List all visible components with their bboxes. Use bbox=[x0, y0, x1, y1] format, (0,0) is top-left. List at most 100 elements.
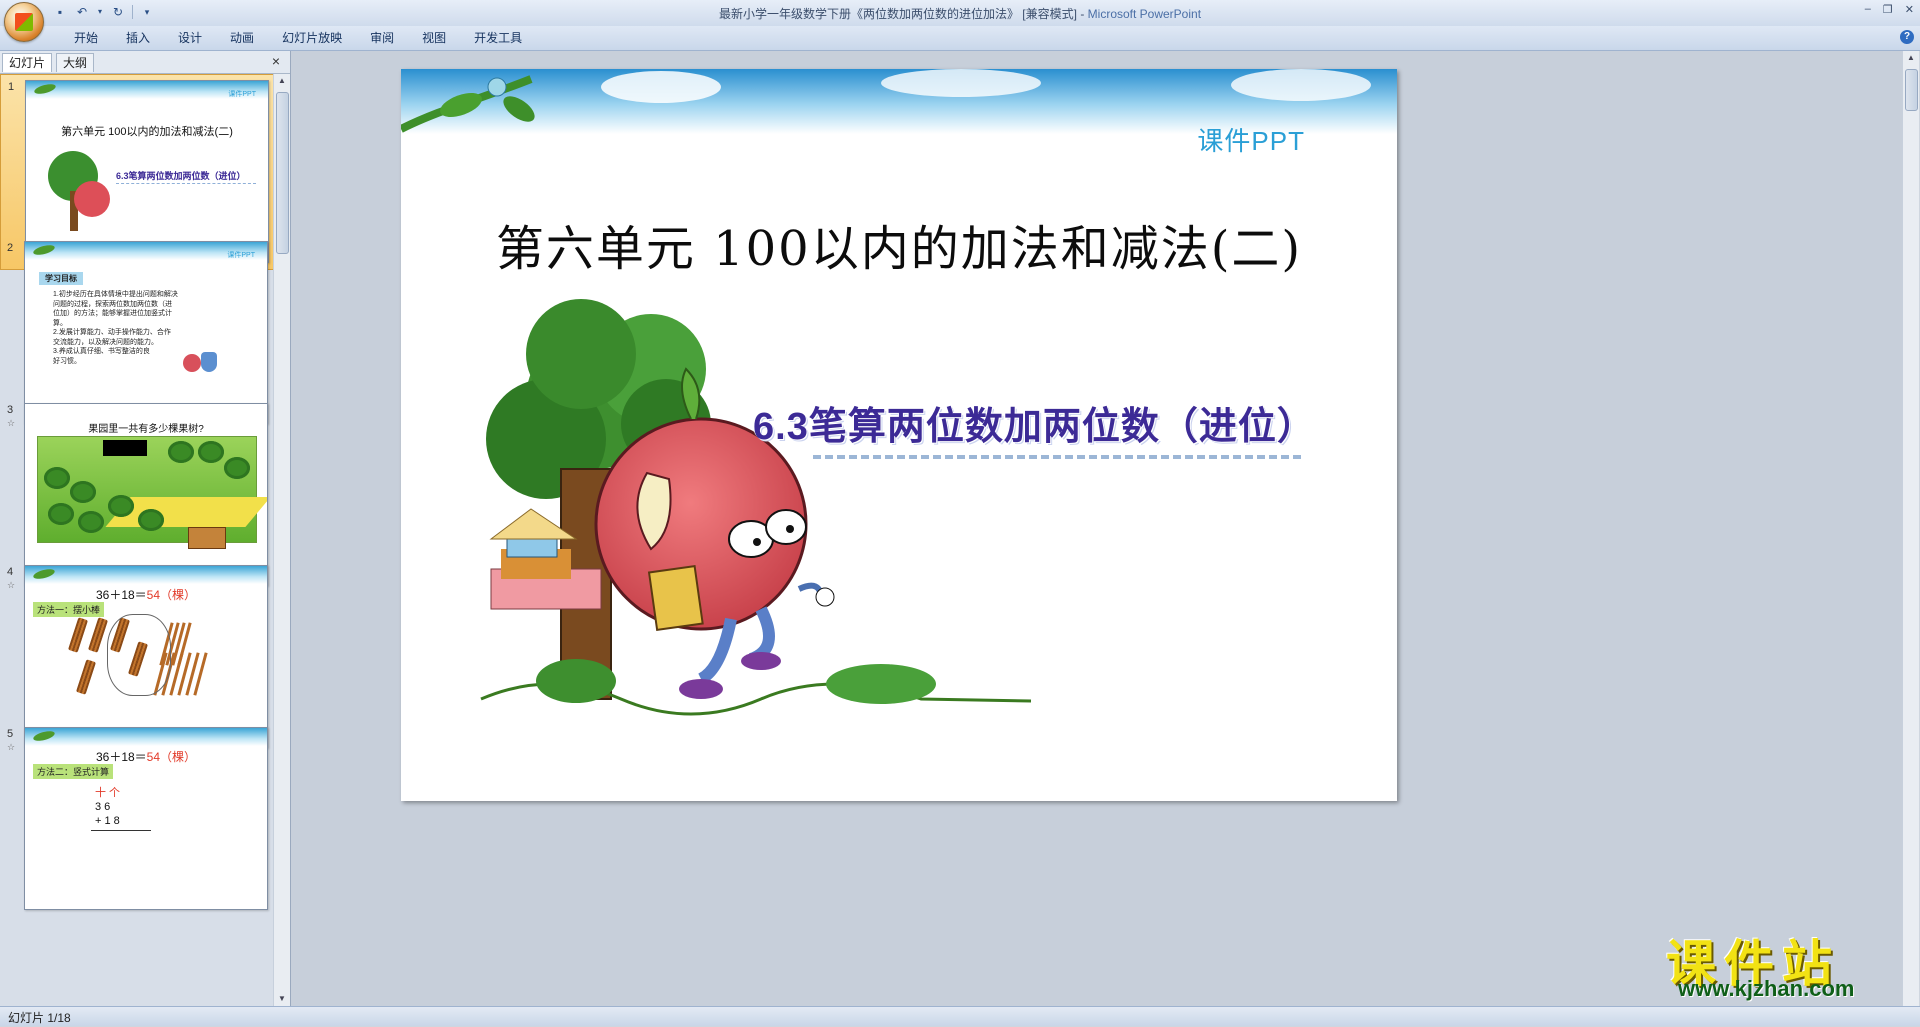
cloud-icon bbox=[881, 69, 1041, 97]
snail-icon bbox=[487, 77, 507, 97]
tab-slideshow[interactable]: 幻灯片放映 bbox=[268, 30, 356, 46]
bush-icon bbox=[536, 659, 616, 703]
equation: 36＋18＝54（棵） bbox=[95, 588, 197, 602]
stick-bundle bbox=[75, 659, 97, 695]
scroll-down-icon[interactable]: ▼ bbox=[274, 992, 290, 1006]
slide-preview: 36＋18＝54（棵） 方法一：摆小棒 bbox=[24, 565, 268, 748]
thumb-question: 果园里一共有多少棵果树? bbox=[88, 424, 204, 435]
brand-text: 课件PPT bbox=[1197, 126, 1305, 156]
tab-animation[interactable]: 动画 bbox=[216, 30, 268, 46]
tab-slides[interactable]: 幻灯片 bbox=[2, 53, 53, 72]
bag-icon bbox=[201, 352, 217, 372]
office-logo-icon bbox=[15, 13, 33, 31]
fruit-tree-icon bbox=[48, 503, 74, 525]
fruit-tree-icon bbox=[138, 509, 164, 531]
bush-icon bbox=[826, 664, 936, 704]
brand-text: 课件PPT bbox=[228, 91, 256, 98]
current-slide[interactable]: 课件PPT 第六单元 100以内的加法和减法(二) 6.3笔算两位数加两位数（进… bbox=[401, 69, 1397, 801]
fruit-tree-icon bbox=[198, 441, 224, 463]
slide-preview: 果园里一共有多少棵果树? bbox=[24, 403, 268, 586]
slide-number: 3 bbox=[7, 404, 14, 416]
tab-developer[interactable]: 开发工具 bbox=[460, 30, 536, 46]
stick-bundle bbox=[67, 617, 89, 653]
stick-bundle bbox=[87, 617, 109, 653]
dashed-line bbox=[116, 183, 256, 184]
editor-scrollbar[interactable]: ▲ bbox=[1902, 51, 1919, 1006]
thumb-subtitle: 6.3笔算两位数加两位数（进位） bbox=[116, 171, 246, 181]
slide-number: 1 bbox=[8, 81, 15, 93]
equation: 36＋18＝54（棵） bbox=[95, 750, 197, 764]
slide-editor: 课件PPT 第六单元 100以内的加法和减法(二) 6.3笔算两位数加两位数（进… bbox=[291, 51, 1919, 1026]
tab-view[interactable]: 视图 bbox=[408, 30, 460, 46]
minimize-icon[interactable]: – bbox=[1865, 3, 1871, 16]
fruit-tree-icon bbox=[224, 457, 250, 479]
header-band bbox=[25, 728, 267, 746]
scroll-up-icon[interactable]: ▲ bbox=[1903, 51, 1919, 65]
ribbon: 开始 插入 设计 动画 幻灯片放映 审阅 视图 开发工具 ? bbox=[0, 26, 1920, 51]
slides-panel: 幻灯片 大纲 × 1 课件PPT 第六单元 100以内的加法和减法(二) 6.3… bbox=[0, 51, 291, 1006]
ribbon-tabs: 开始 插入 设计 动画 幻灯片放映 审阅 视图 开发工具 bbox=[60, 30, 536, 46]
apple-character-icon bbox=[183, 354, 201, 372]
brand-text: 课件PPT bbox=[227, 252, 255, 259]
method-label: 方法二：竖式计算 bbox=[33, 764, 114, 779]
tab-insert[interactable]: 插入 bbox=[112, 30, 164, 46]
redacted-box bbox=[103, 440, 147, 456]
window-title: 最新小学一年级数学下册《两位数加两位数的进位加法》 [兼容模式] - Micro… bbox=[718, 7, 1202, 21]
scroll-up-icon[interactable]: ▲ bbox=[274, 74, 290, 88]
title-bar: ▪ ↶ ▾ ↻ ▾ 最新小学一年级数学下册《两位数加两位数的进位加法》 [兼容模… bbox=[0, 0, 1920, 42]
slide-counter: 幻灯片 1/18 bbox=[8, 1011, 71, 1025]
tab-outline[interactable]: 大纲 bbox=[56, 53, 95, 72]
app-name: Microsoft PowerPoint bbox=[1087, 7, 1202, 21]
place-headers: 十 个 bbox=[95, 787, 121, 799]
slide-preview: 课件PPT 学习目标 1.初步经历在具体情境中提出问题和解决 问题的过程，探索两… bbox=[24, 241, 268, 424]
tab-design[interactable]: 设计 bbox=[164, 30, 216, 46]
help-icon[interactable]: ? bbox=[1900, 30, 1914, 44]
animation-star-icon: ☆ bbox=[7, 580, 16, 590]
fruit-tree-icon bbox=[78, 511, 104, 533]
dashed-divider bbox=[813, 455, 1301, 459]
watermark: 课件站 www.kjzhan.com bbox=[1666, 924, 1898, 1004]
slide-subtitle[interactable]: 6.3笔算两位数加两位数（进位） bbox=[753, 395, 1316, 450]
slide-preview: 36＋18＝54（棵） 方法二：竖式计算 十 个 3 6 + 1 8 bbox=[24, 727, 268, 910]
thumbnail-slide-5[interactable]: 5 ☆ 36＋18＝54（棵） 方法二：竖式计算 十 个 3 6 + 1 8 bbox=[0, 722, 274, 916]
signboard-icon bbox=[188, 527, 226, 549]
tab-home[interactable]: 开始 bbox=[60, 30, 112, 46]
restore-icon[interactable]: ❐ bbox=[1883, 3, 1893, 16]
fruit-tree-icon bbox=[168, 441, 194, 463]
slide-number: 2 bbox=[7, 242, 14, 254]
office-button[interactable] bbox=[4, 2, 44, 42]
scroll-thumb[interactable] bbox=[276, 92, 289, 254]
grouping-circle bbox=[107, 614, 171, 696]
slide-number: 4 bbox=[7, 566, 14, 578]
method-label: 方法一：摆小棒 bbox=[33, 602, 105, 617]
answer: 54（棵） bbox=[146, 588, 197, 602]
header-band bbox=[25, 566, 267, 584]
calc-line bbox=[91, 830, 151, 831]
thumbnail-list: 1 课件PPT 第六单元 100以内的加法和减法(二) 6.3笔算两位数加两位数… bbox=[0, 74, 274, 1006]
fruit-tree-icon bbox=[44, 467, 70, 489]
scroll-thumb[interactable] bbox=[1905, 69, 1918, 111]
orchard-picture bbox=[37, 436, 267, 549]
watermark-url: www.kjzhan.com bbox=[1678, 976, 1855, 1001]
goal-label: 学习目标 bbox=[39, 272, 83, 285]
slide-number: 5 bbox=[7, 728, 14, 740]
status-bar: 幻灯片 1/18 bbox=[0, 1006, 1920, 1026]
window-controls: – ❐ ✕ bbox=[1865, 3, 1914, 16]
animation-star-icon: ☆ bbox=[7, 418, 16, 428]
calc-row-2: + 1 8 bbox=[95, 815, 120, 827]
fruit-tree-icon bbox=[108, 495, 134, 517]
tab-review[interactable]: 审阅 bbox=[356, 30, 408, 46]
animation-star-icon: ☆ bbox=[7, 742, 16, 752]
close-panel-icon[interactable]: × bbox=[272, 53, 280, 69]
apple-character-icon bbox=[74, 181, 110, 217]
slide-title[interactable]: 第六单元 100以内的加法和减法(二) bbox=[401, 209, 1397, 279]
fruit-tree-icon bbox=[70, 481, 96, 503]
cloud-icon bbox=[601, 71, 721, 103]
vertical-calc: 十 个 3 6 + 1 8 bbox=[95, 786, 120, 828]
panel-scrollbar[interactable]: ▲ ▼ bbox=[273, 74, 290, 1006]
calc-row-1: 3 6 bbox=[95, 801, 111, 813]
thumb-title: 第六单元 100以内的加法和减法(二) bbox=[61, 126, 233, 138]
close-icon[interactable]: ✕ bbox=[1905, 3, 1914, 16]
panel-tabs: 幻灯片 大纲 × bbox=[0, 51, 290, 74]
cloud-icon bbox=[1231, 69, 1371, 101]
